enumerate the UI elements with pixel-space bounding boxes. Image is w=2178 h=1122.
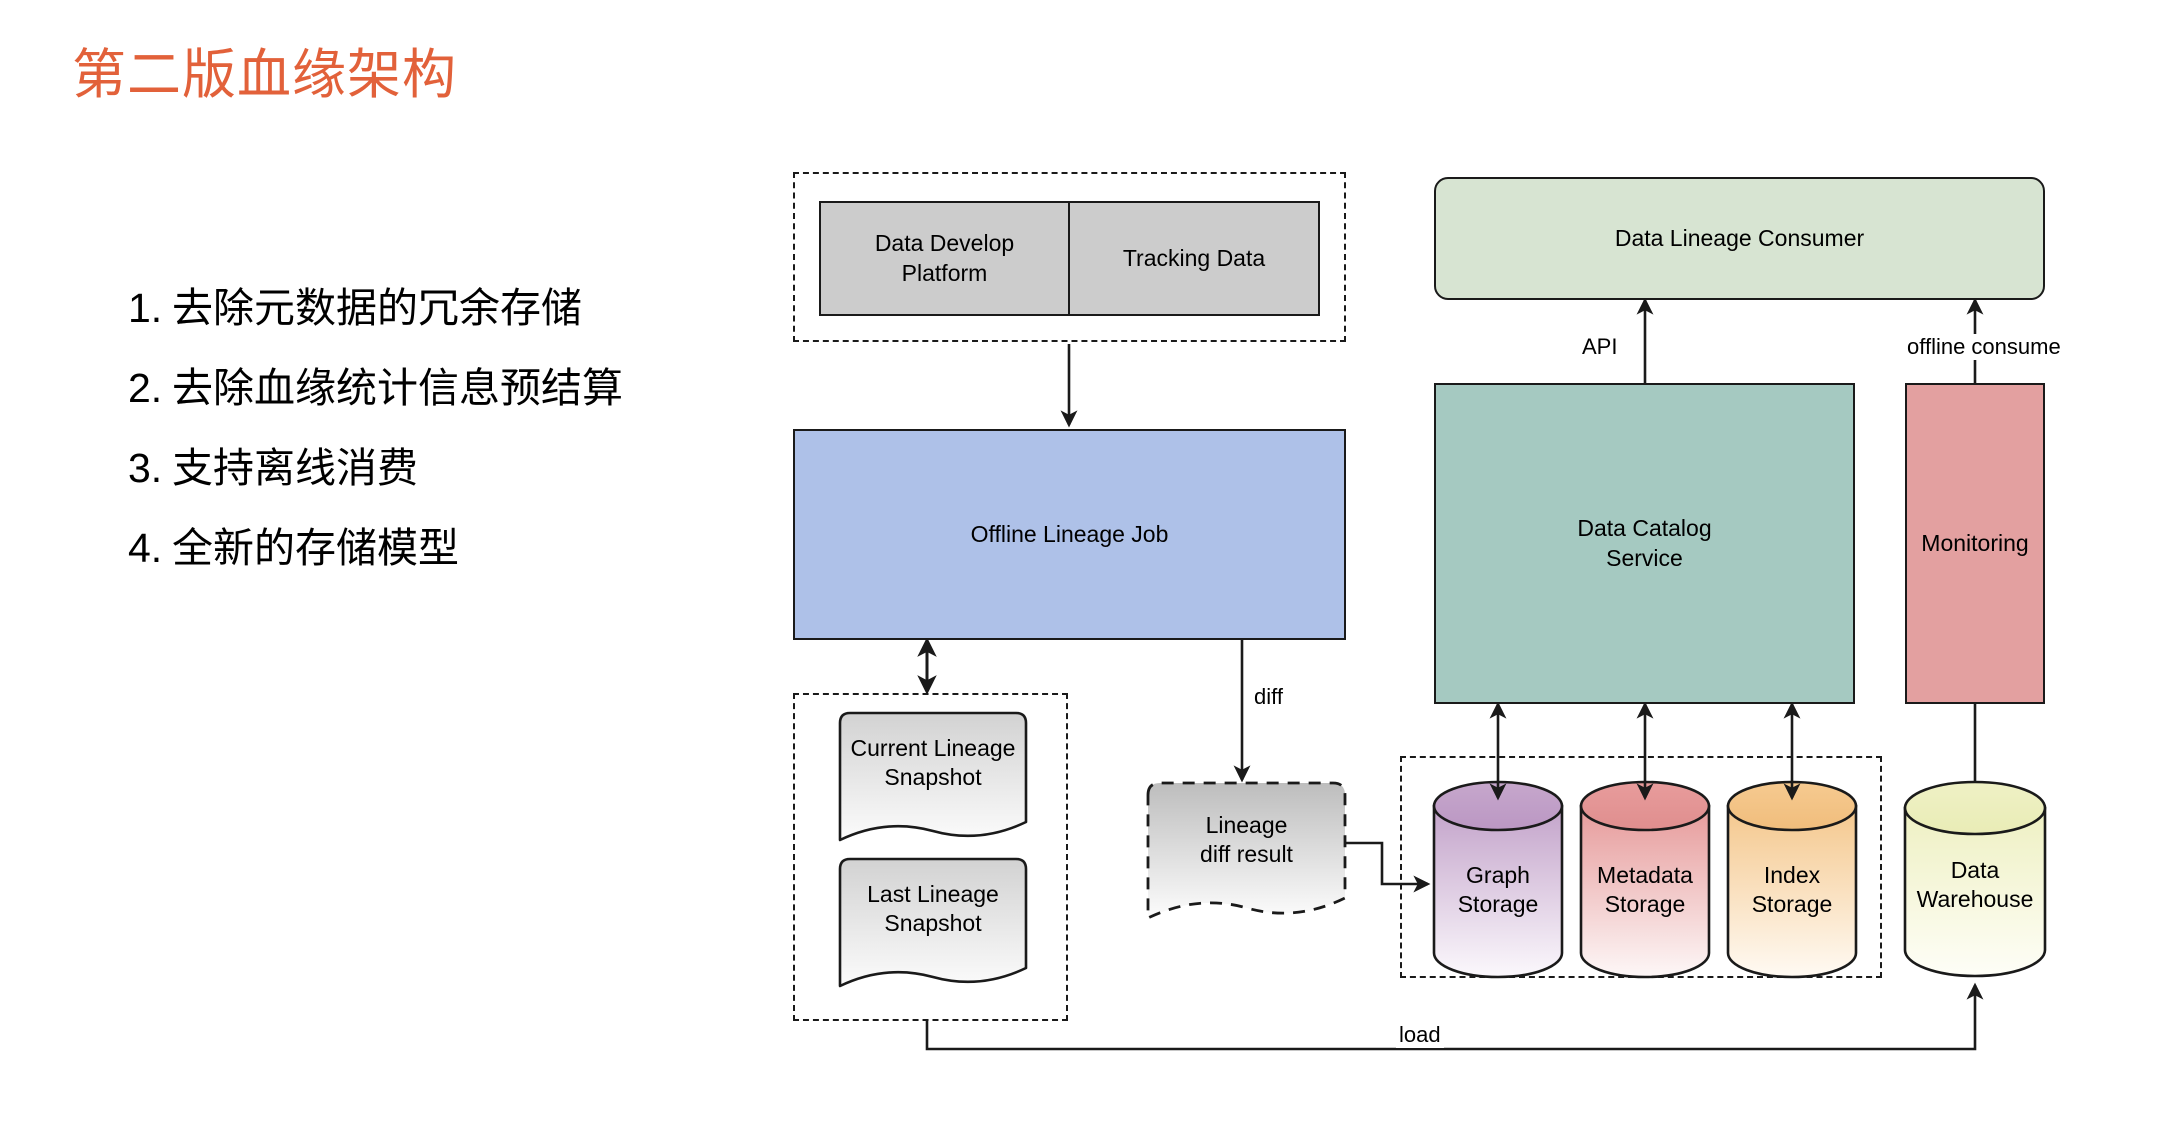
node-lineage-diff-result[interactable]: Lineage diff result: [1148, 785, 1345, 895]
edge-label-api: API: [1579, 334, 1621, 360]
node-label: Offline Lineage Job: [970, 520, 1169, 547]
node-data-develop-platform[interactable]: Data Develop Platform: [819, 201, 1069, 316]
node-data-catalog-service[interactable]: Data Catalog Service: [1434, 383, 1855, 704]
edge-label-diff: diff: [1251, 684, 1286, 710]
node-graph-storage[interactable]: Graph Storage: [1434, 855, 1562, 925]
node-tracking-data[interactable]: Tracking Data: [1069, 201, 1320, 316]
node-label: Data Develop Platform: [874, 230, 1015, 286]
node-label: Current Lineage Snapshot: [850, 734, 1016, 790]
node-label: Lineage diff result: [1200, 811, 1293, 867]
node-data-warehouse[interactable]: Data Warehouse: [1905, 850, 2045, 920]
node-current-lineage-snapshot[interactable]: Current Lineage Snapshot: [840, 713, 1026, 813]
node-metadata-storage[interactable]: Metadata Storage: [1581, 855, 1709, 925]
architecture-diagram: Data Develop Platform Tracking Data Offl…: [0, 0, 2178, 1122]
node-data-lineage-consumer[interactable]: Data Lineage Consumer: [1434, 177, 2045, 300]
node-label: Monitoring: [1921, 529, 2029, 556]
node-index-storage[interactable]: Index Storage: [1728, 855, 1856, 925]
node-offline-lineage-job[interactable]: Offline Lineage Job: [793, 429, 1346, 640]
node-label: Last Lineage Snapshot: [867, 880, 999, 936]
node-label: Data Lineage Consumer: [1614, 224, 1865, 251]
node-label: Graph Storage: [1457, 861, 1539, 917]
node-monitoring[interactable]: Monitoring: [1905, 383, 2045, 704]
edge-label-offline-consume: offline consume: [1904, 334, 2064, 360]
edge-label-load: load: [1396, 1022, 1444, 1048]
slide-canvas: 第二版血缘架构 1. 去除元数据的冗余存储 2. 去除血缘统计信息预结算 3. 支持离…: [0, 0, 2178, 1122]
node-label: Tracking Data: [1122, 244, 1266, 271]
node-last-lineage-snapshot[interactable]: Last Lineage Snapshot: [840, 859, 1026, 959]
node-label: Index Storage: [1751, 861, 1833, 917]
node-label: Metadata Storage: [1597, 861, 1693, 917]
node-label: Data Warehouse: [1916, 856, 2034, 912]
node-label: Data Catalog Service: [1577, 515, 1712, 571]
